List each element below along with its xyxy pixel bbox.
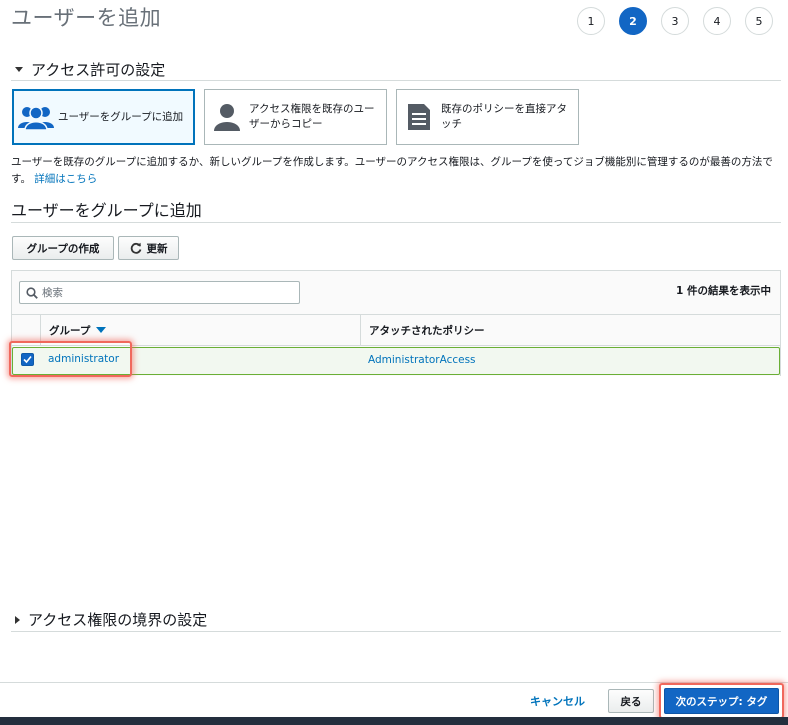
column-header-group[interactable]: グループ <box>40 315 360 345</box>
row-checkbox[interactable] <box>21 353 34 366</box>
option-copy-permissions[interactable]: アクセス権限を既存のユーザーからコピー <box>204 89 387 145</box>
search-icon <box>26 286 38 299</box>
result-count: 1 件の結果を表示中 <box>676 285 771 297</box>
bottom-bar <box>0 717 788 725</box>
learn-more-link[interactable]: 詳細はこちら <box>34 173 97 185</box>
column-header-policy[interactable]: アタッチされたポリシー <box>360 315 780 345</box>
permissions-description-text: ユーザーを既存のグループに追加するか、新しいグループを作成します。ユーザーのアク… <box>11 156 773 185</box>
policy-link[interactable]: AdministratorAccess <box>368 354 476 366</box>
document-icon <box>397 103 441 131</box>
groups-section-title: ユーザーをグループに追加 <box>11 201 202 220</box>
page-title: ユーザーを追加 <box>11 6 162 30</box>
permissions-section-title: アクセス許可の設定 <box>31 61 166 79</box>
cancel-button[interactable]: キャンセル <box>530 693 585 709</box>
refresh-label: 更新 <box>146 242 168 255</box>
option-copy-permissions-label: アクセス権限を既存のユーザーからコピー <box>249 103 375 130</box>
column-header-group-label: グループ <box>49 324 91 337</box>
group-name-link[interactable]: administrator <box>48 353 119 365</box>
next-step-button[interactable]: 次のステップ: タグ <box>664 688 779 714</box>
divider <box>11 631 781 632</box>
create-group-button[interactable]: グループの作成 <box>12 236 114 260</box>
search-input[interactable] <box>42 286 282 299</box>
user-icon <box>205 103 249 131</box>
permissions-section-header[interactable]: アクセス許可の設定 <box>15 59 165 80</box>
footer-divider <box>0 682 788 683</box>
step-2[interactable]: 2 <box>619 7 647 35</box>
step-5[interactable]: 5 <box>745 7 773 35</box>
caret-down-icon <box>15 67 23 72</box>
refresh-icon <box>130 242 141 254</box>
sort-descending-icon <box>96 327 107 333</box>
option-add-to-group-label: ユーザーをグループに追加 <box>58 110 184 123</box>
permissions-description: ユーザーを既存のグループに追加するか、新しいグループを作成します。ユーザーのアク… <box>11 154 781 188</box>
divider <box>11 80 781 81</box>
checkmark-icon <box>23 355 32 364</box>
user-group-icon <box>14 104 58 130</box>
divider <box>11 222 781 223</box>
option-add-to-group[interactable]: ユーザーをグループに追加 <box>12 89 195 145</box>
step-1[interactable]: 1 <box>577 7 605 35</box>
select-column-header <box>12 315 40 345</box>
refresh-button[interactable]: 更新 <box>118 236 179 260</box>
table-header: グループ アタッチされたポリシー <box>12 314 780 346</box>
step-4[interactable]: 4 <box>703 7 731 35</box>
option-attach-policies-label: 既存のポリシーを直接アタッチ <box>441 103 567 130</box>
back-button[interactable]: 戻る <box>608 689 654 713</box>
option-attach-policies[interactable]: 既存のポリシーを直接アタッチ <box>396 89 579 145</box>
caret-right-icon <box>15 615 20 624</box>
boundary-section-title: アクセス権限の境界の設定 <box>28 611 208 629</box>
boundary-section-header[interactable]: アクセス権限の境界の設定 <box>15 609 207 630</box>
search-box[interactable] <box>19 281 300 304</box>
step-3[interactable]: 3 <box>661 7 689 35</box>
